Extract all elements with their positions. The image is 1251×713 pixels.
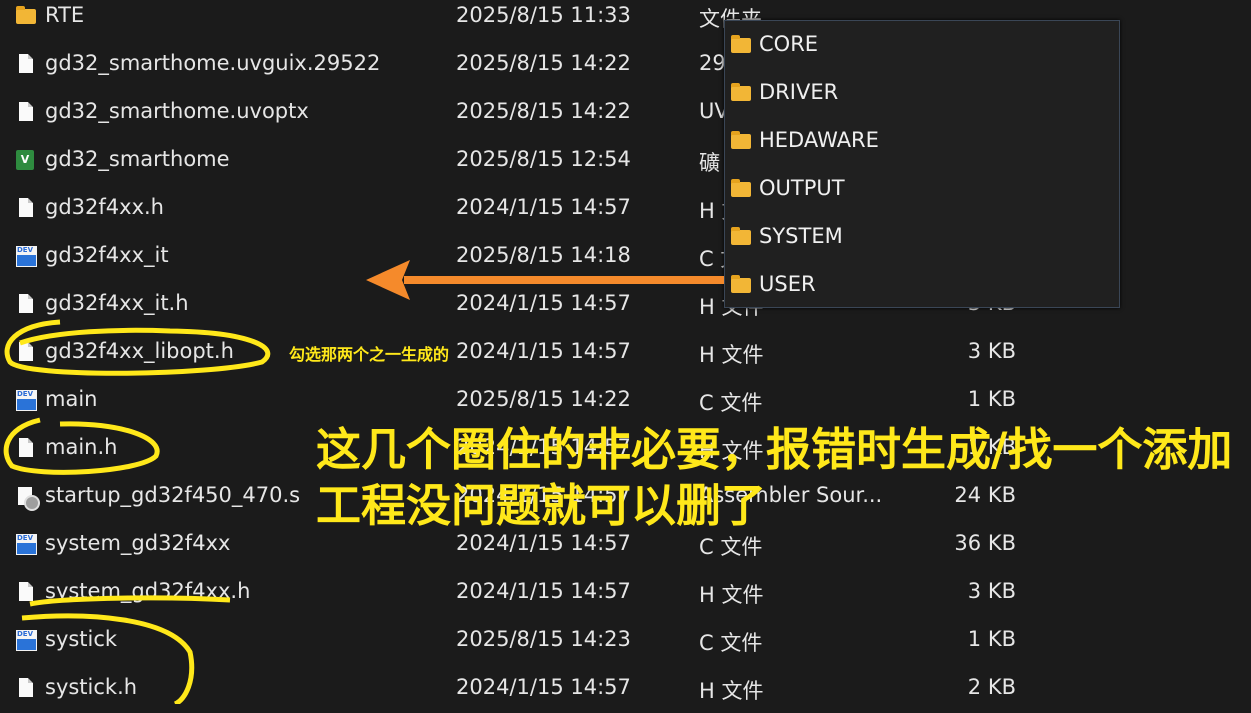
- circle-system-h: [29, 595, 231, 607]
- highlight-circles: [3, 319, 271, 704]
- circle-libopt: [4, 319, 271, 376]
- annotation-big-note: 这几个圈住的非必要，报错时生成/找一个添加工程没问题就可以删了: [316, 423, 1233, 532]
- annotation-small-note: 勾选那两个之一生成的: [289, 345, 450, 364]
- circle-systick: [21, 613, 195, 704]
- circle-main-h: [3, 417, 160, 475]
